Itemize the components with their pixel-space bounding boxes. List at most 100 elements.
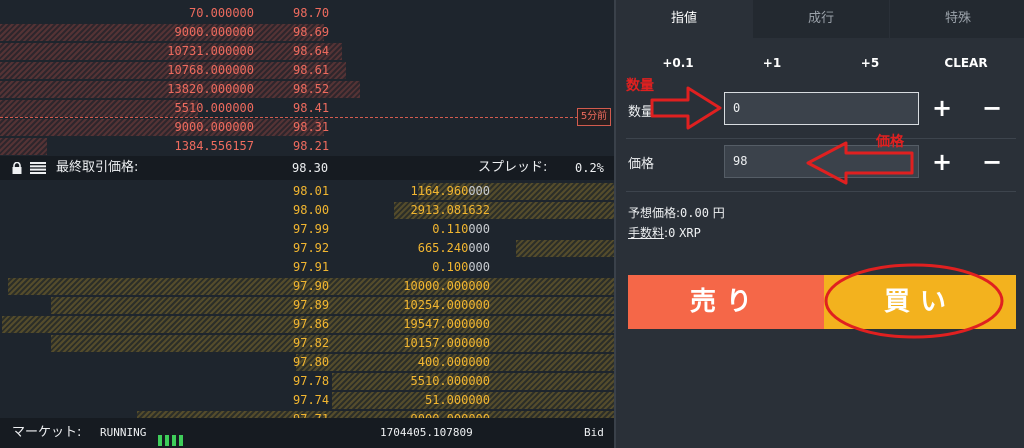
ask-price: 98.41: [293, 101, 330, 115]
bid-quantity: 665.240000: [418, 239, 490, 258]
bid-quantity-main: 665.240: [417, 241, 469, 255]
bid-row[interactable]: 97.89 10254.000000: [0, 296, 614, 315]
ask-quantity: 10731.000000: [167, 44, 254, 58]
fee-unit: XRP: [679, 226, 701, 240]
ask-quantity: 9000.000000: [174, 120, 254, 134]
bid-row[interactable]: 98.01 1164.960000: [0, 182, 614, 201]
quantity-label: 数量: [628, 105, 655, 120]
last-trade-row: 最終取引価格: 98.30 スプレッド: 0.2%: [0, 156, 614, 180]
bid-quantity-main: 10254.000000: [403, 298, 490, 312]
quantity-minus-button[interactable]: −: [980, 96, 1004, 120]
order-book: 70.000000 98.70 9000.000000 98.69 10731.0000…: [0, 0, 614, 448]
market-label: マーケット:: [12, 425, 82, 440]
bid-quantity-zeros: 000: [468, 260, 490, 274]
bid-row[interactable]: 97.78 5510.000000: [0, 372, 614, 391]
price-plus-button[interactable]: +: [930, 150, 954, 174]
clear-button[interactable]: CLEAR: [926, 56, 1006, 70]
ask-price: 98.70: [293, 6, 330, 20]
annotation-quantity-label: 数量: [626, 78, 654, 94]
estimated-price: 予想価格:0.00 円: [628, 204, 725, 221]
bid-quantity: 5510.000000: [411, 372, 490, 391]
bid-price: 97.90: [293, 279, 330, 293]
bid-quantity: 1164.960000: [411, 182, 490, 201]
divider: [626, 138, 1016, 139]
fee-link[interactable]: 手数料: [628, 226, 664, 240]
order-type-tabs: 指値 成行 特殊: [616, 0, 1024, 38]
bid-quantity-zeros: 000: [468, 184, 490, 198]
tab-special[interactable]: 特殊: [890, 0, 1024, 38]
bid-quantity-main: 1164.960: [410, 184, 469, 198]
step-5-button[interactable]: +5: [830, 56, 910, 70]
tab-limit[interactable]: 指値: [616, 0, 752, 38]
ask-depth-bar: [0, 119, 324, 136]
tab-market[interactable]: 成行: [753, 0, 889, 38]
ask-row[interactable]: 9000.000000 98.31: [0, 118, 614, 137]
market-status-bar: マーケット: RUNNING 1704405.107809 Bid: [0, 418, 614, 448]
ask-row[interactable]: 10731.000000 98.64: [0, 42, 614, 61]
step-1-button[interactable]: +1: [732, 56, 812, 70]
last-price-value: 98.30: [292, 161, 329, 175]
bid-quantity: 400.000000: [418, 353, 490, 372]
list-icon[interactable]: [30, 162, 46, 174]
ask-row[interactable]: 13820.000000 98.52: [0, 80, 614, 99]
bid-row[interactable]: 98.00 2913.081632: [0, 201, 614, 220]
ask-row[interactable]: 10768.000000 98.61: [0, 61, 614, 80]
ask-depth-bar: [0, 100, 198, 117]
estimated-price-unit: 円: [712, 206, 725, 220]
bid-quantity: 51.000000: [425, 391, 490, 410]
lock-icon[interactable]: [12, 162, 22, 174]
quantity-input[interactable]: 0: [724, 92, 919, 125]
bid-row[interactable]: 97.82 10157.000000: [0, 334, 614, 353]
bid-row[interactable]: 97.74 51.000000: [0, 391, 614, 410]
bid-row[interactable]: 97.90 10000.000000: [0, 277, 614, 296]
bid-quantity: 0.100000: [432, 258, 490, 277]
ask-price: 98.64: [293, 44, 330, 58]
bid-quantity: 2913.081632: [411, 201, 490, 220]
bid-depth-bar: [51, 335, 614, 352]
bid-row[interactable]: 97.80 400.000000: [0, 353, 614, 372]
bid-quantity: 10254.000000: [403, 296, 490, 315]
order-panel: 指値 成行 特殊 +0.1 +1 +5 CLEAR 数量 0 + − 価格 98…: [614, 0, 1024, 448]
annotation-price-label: 価格: [876, 134, 904, 150]
estimated-price-value: 0.00: [680, 206, 709, 220]
divider: [626, 191, 1016, 192]
ask-row[interactable]: 1384.556157 98.21: [0, 137, 614, 156]
ask-price: 98.31: [293, 120, 330, 134]
buy-button[interactable]: 買い: [824, 275, 1016, 329]
quantity-plus-button[interactable]: +: [930, 96, 954, 120]
quantity-step-buttons: +0.1 +1 +5 CLEAR: [616, 56, 1024, 76]
spread-label: スプレッド:: [478, 160, 548, 175]
bid-quantity-main: 5510.000000: [410, 374, 490, 388]
bid-row[interactable]: 97.91 0.100000: [0, 258, 614, 277]
spread-value: 0.2%: [575, 161, 604, 175]
bid-quantity-main: 10000.000000: [403, 279, 490, 293]
step-0-1-button[interactable]: +0.1: [638, 56, 718, 70]
bid-price: 97.74: [293, 393, 330, 407]
fee-value: 0: [668, 226, 676, 240]
ask-price: 98.52: [293, 82, 330, 96]
price-minus-button[interactable]: −: [980, 150, 1004, 174]
bid-price: 97.91: [293, 260, 330, 274]
bid-price: 97.99: [293, 222, 330, 236]
market-status: RUNNING: [100, 426, 147, 439]
ask-row[interactable]: 70.000000 98.70: [0, 4, 614, 23]
fee-row: 手数料:0 XRP: [628, 224, 701, 241]
bid-quantity-main: 0.110: [432, 222, 469, 236]
sell-button[interactable]: 売り: [628, 275, 824, 329]
ask-depth-bar: [0, 138, 47, 155]
bid-row[interactable]: 97.86 19547.000000: [0, 315, 614, 334]
bid-quantity: 10157.000000: [403, 334, 490, 353]
bid-quantity-main: 2913.081632: [410, 203, 490, 217]
bid-price: 97.89: [293, 298, 330, 312]
bid-price: 97.80: [293, 355, 330, 369]
bid-quantity-zeros: 000: [468, 241, 490, 255]
ask-row[interactable]: 5510.000000 98.41: [0, 99, 614, 118]
side-label: Bid: [584, 426, 604, 439]
ask-price: 98.21: [293, 139, 330, 153]
signal-bars-icon: [158, 428, 188, 446]
ask-quantity: 70.000000: [188, 6, 254, 20]
ask-row[interactable]: 9000.000000 98.69: [0, 23, 614, 42]
ask-quantity: 9000.000000: [174, 25, 254, 39]
bid-row[interactable]: 97.92 665.240000: [0, 239, 614, 258]
bid-row[interactable]: 97.99 0.110000: [0, 220, 614, 239]
